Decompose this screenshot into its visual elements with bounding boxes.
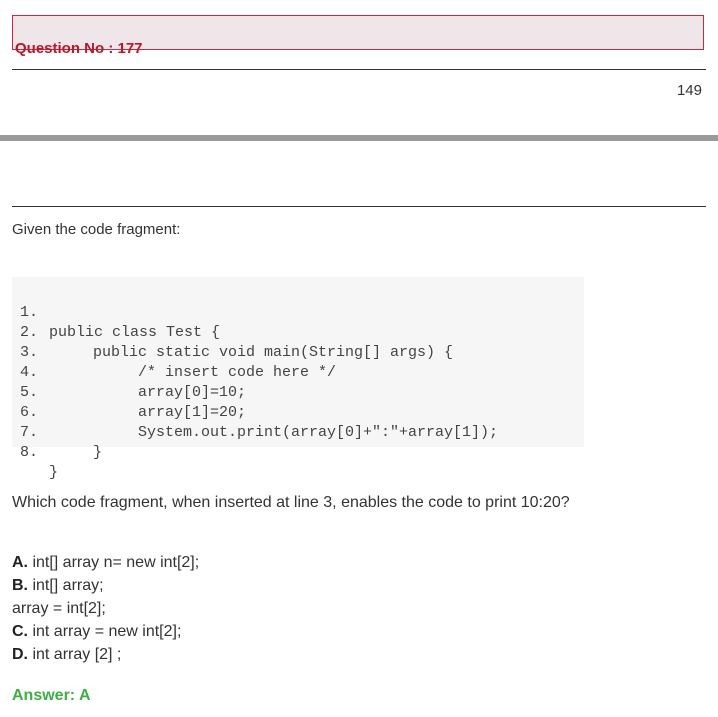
page-break-bar xyxy=(0,135,718,141)
option-letter: C. xyxy=(12,623,28,640)
option-d: D. int array [2] ; xyxy=(12,644,199,667)
option-letter: D. xyxy=(12,646,28,663)
code-line: 5. array[1]=20; xyxy=(12,363,584,421)
line-number: 8. xyxy=(20,444,39,461)
code-line: 3. /* insert code here */ xyxy=(12,323,584,381)
option-text: int array = new int[2]; xyxy=(28,623,182,640)
question-number: Question No : 177 xyxy=(15,40,143,57)
option-letter: B. xyxy=(12,577,28,594)
question-prompt: Which code fragment, when inserted at li… xyxy=(12,494,570,511)
code-line: 6. System.out.print(array[0]+":"+array[1… xyxy=(12,383,584,441)
answer-label: Answer: A xyxy=(12,687,91,704)
option-b-continuation: array = int[2]; xyxy=(12,598,199,621)
option-b: B. int[] array; xyxy=(12,575,199,598)
page-number: 149 xyxy=(676,82,702,99)
code-text: } xyxy=(49,464,59,481)
option-text: array = int[2]; xyxy=(12,600,106,617)
code-line: 1. public class Test { xyxy=(12,283,584,341)
option-c: C. int array = new int[2]; xyxy=(12,621,199,644)
section-divider xyxy=(12,206,706,207)
option-text: int[] array; xyxy=(28,577,104,594)
option-a: A. int[] array n= new int[2]; xyxy=(12,552,199,575)
option-letter: A. xyxy=(12,554,28,571)
option-text: int[] array n= new int[2]; xyxy=(28,554,200,571)
code-line: 7. } xyxy=(12,403,584,461)
option-text: int array [2] ; xyxy=(28,646,122,663)
answer-options: A. int[] array n= new int[2]; B. int[] a… xyxy=(12,552,199,667)
code-line: 4. array[0]=10; xyxy=(12,343,584,401)
code-line: 2. public static void main(String[] args… xyxy=(12,303,584,361)
intro-text: Given the code fragment: xyxy=(12,221,181,238)
code-line: 8. } xyxy=(12,423,584,481)
header-divider xyxy=(12,69,706,70)
code-text: } xyxy=(93,444,103,461)
code-block: 1. public class Test { 2. public static … xyxy=(12,277,584,481)
